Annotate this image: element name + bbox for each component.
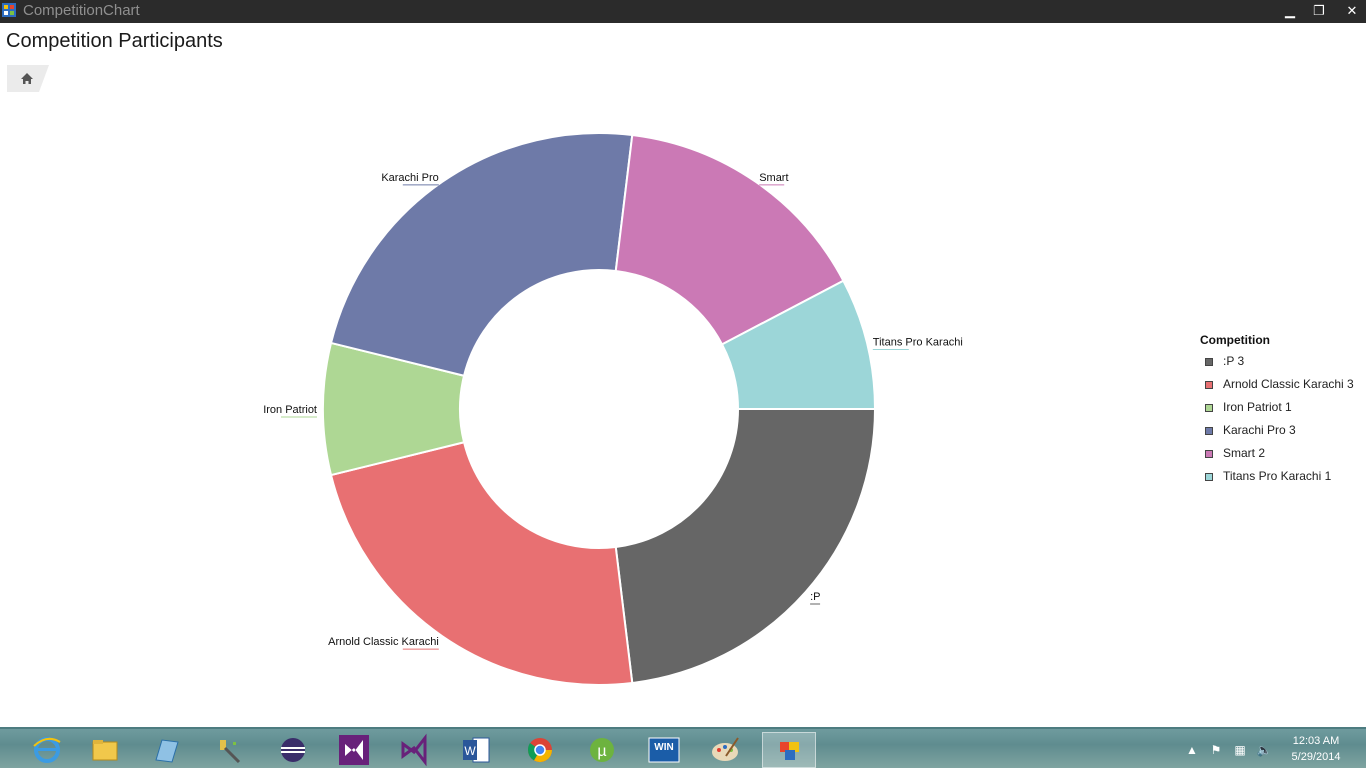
close-button[interactable]: ✕ xyxy=(1336,0,1366,23)
file-explorer-icon[interactable] xyxy=(78,732,132,768)
legend-item: Iron Patriot 1 xyxy=(1200,400,1360,423)
legend-item: Arnold Classic Karachi 3 xyxy=(1200,377,1360,400)
page-title: Competition Participants xyxy=(6,30,223,52)
legend-item: Titans Pro Karachi 1 xyxy=(1200,469,1360,492)
chart-legend: Competition :P 3 Arnold Classic Karachi 3… xyxy=(1200,333,1360,492)
svg-text:µ: µ xyxy=(597,743,606,760)
tools-icon[interactable] xyxy=(203,732,257,768)
legend-item: Smart 2 xyxy=(1200,446,1360,469)
clock-time[interactable]: 12:03 AM xyxy=(1282,735,1350,747)
legend-label: Karachi Pro 3 xyxy=(1223,423,1296,437)
legend-item: Karachi Pro 3 xyxy=(1200,423,1360,446)
winrar-icon[interactable]: WIN xyxy=(637,732,691,768)
legend-label: :P 3 xyxy=(1223,354,1245,368)
legend-swatch xyxy=(1205,358,1213,366)
legend-label: Titans Pro Karachi 1 xyxy=(1223,469,1332,483)
chart-slices xyxy=(322,132,877,686)
legend-label: Iron Patriot 1 xyxy=(1223,400,1292,414)
legend-swatch xyxy=(1205,404,1213,412)
minimize-button[interactable]: ▁ xyxy=(1274,0,1306,23)
home-button[interactable] xyxy=(7,65,49,92)
visual-studio-2-icon[interactable] xyxy=(387,732,441,768)
svg-text:W: W xyxy=(464,744,476,758)
legend-title: Competition xyxy=(1200,333,1270,347)
paint-icon[interactable] xyxy=(698,732,752,768)
winrar-label: WIN xyxy=(654,742,674,753)
legend-swatch xyxy=(1205,450,1213,458)
slice-karachi-pro[interactable] xyxy=(329,132,634,377)
slice-label: Titans Pro Karachi xyxy=(873,337,963,349)
slice-label: Karachi Pro xyxy=(381,172,438,184)
show-hidden-icons-icon[interactable]: ▲ xyxy=(1184,742,1200,758)
legend-swatch xyxy=(1205,427,1213,435)
eclipse-icon[interactable] xyxy=(266,732,320,768)
utorrent-icon[interactable]: µ xyxy=(575,732,629,768)
legend-swatch xyxy=(1205,473,1213,481)
internet-explorer-icon[interactable] xyxy=(20,732,74,768)
word-icon[interactable]: W xyxy=(449,732,503,768)
action-center-flag-icon[interactable]: ⚑ xyxy=(1208,742,1224,758)
notepad-icon[interactable] xyxy=(140,732,194,768)
chrome-icon[interactable] xyxy=(513,732,567,768)
legend-item: :P 3 xyxy=(1200,354,1360,377)
legend-label: Smart 2 xyxy=(1223,446,1266,460)
legend-swatch xyxy=(1205,381,1213,389)
visual-studio-icon[interactable] xyxy=(327,732,381,768)
app-icon xyxy=(2,3,16,17)
slice-p[interactable] xyxy=(614,408,877,685)
title-bar: CompetitionChart ▁ ❐ ✕ xyxy=(0,0,1366,23)
slice-label: Iron Patriot xyxy=(263,404,317,416)
clock-date[interactable]: 5/29/2014 xyxy=(1282,751,1350,763)
legend-items: :P 3 Arnold Classic Karachi 3 Iron Patriot… xyxy=(1200,354,1360,492)
donut-chart: :P Arnold Classic Karachi Iron Patriot Kara… xyxy=(263,132,963,686)
slice-arnold-classic-karachi[interactable] xyxy=(329,441,634,686)
network-icon[interactable]: ▦ xyxy=(1232,742,1248,758)
maximize-button[interactable]: ❐ xyxy=(1303,0,1335,23)
slice-label: Arnold Classic Karachi xyxy=(328,636,439,648)
slice-label: :P xyxy=(810,591,820,603)
taskbar: Wµ WIN ▲ ⚑ ▦ 🔈 12:03 AM 5/29/2014 xyxy=(0,727,1366,768)
legend-label: Arnold Classic Karachi 3 xyxy=(1223,377,1354,391)
competition-chart-app-icon[interactable] xyxy=(762,732,816,768)
slice-label: Smart xyxy=(759,172,788,184)
window-title: CompetitionChart xyxy=(23,2,140,19)
volume-icon[interactable]: 🔈 xyxy=(1256,742,1272,758)
